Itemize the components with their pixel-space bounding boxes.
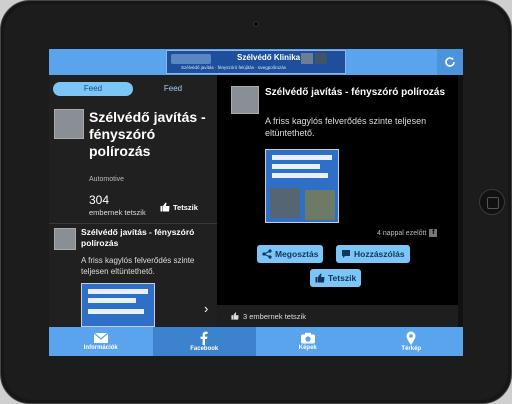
app-screen: Szélvédő Klinika Szélvédő javítás · fény…	[49, 49, 463, 356]
top-bar: Szélvédő Klinika Szélvédő javítás · fény…	[49, 49, 463, 75]
image-line	[88, 289, 148, 294]
post-detail-text: A friss kagylós felverődés szinte teljes…	[265, 116, 427, 138]
tablet-frame: Szélvédő Klinika Szélvédő javítás · fény…	[0, 0, 512, 404]
divider	[49, 223, 217, 224]
comment-label: Hozzászólás	[354, 249, 405, 259]
image-line	[88, 309, 144, 314]
nav-map[interactable]: Térkép	[360, 327, 464, 356]
facebook-icon	[200, 331, 208, 345]
camera-icon	[253, 21, 259, 27]
nav-info[interactable]: Információk	[49, 327, 153, 356]
post-detail-image[interactable]	[265, 149, 339, 223]
share-label: Megosztás	[275, 249, 319, 259]
feed-tabs: Feed Feed	[53, 82, 213, 96]
image-line	[272, 173, 328, 178]
likes-count: 304	[89, 193, 110, 207]
page-avatar	[54, 109, 84, 139]
post-detail-avatar	[231, 86, 259, 114]
refresh-button[interactable]	[437, 49, 463, 75]
envelope-icon	[93, 332, 109, 343]
nav-facebook-label: Facebook	[190, 346, 219, 352]
left-panel: Feed Feed Szélvédő javítás - fényszóró p…	[49, 75, 217, 327]
share-button[interactable]: Megosztás	[257, 245, 324, 263]
likes-label: embernek tetszik	[89, 208, 146, 217]
nav-photos[interactable]: Képek	[256, 327, 360, 356]
page-like-label: Tetszik	[173, 202, 198, 212]
post-detail-panel: Szélvédő javítás - fényszóró polírozás A…	[217, 75, 463, 305]
image-photo	[270, 188, 300, 218]
post-likes-summary: 3 embernek tetszik	[217, 305, 463, 327]
post-avatar	[54, 228, 76, 250]
feed-post-image[interactable]	[81, 283, 155, 327]
thumbs-up-icon	[231, 312, 239, 320]
share-icon	[262, 249, 272, 259]
nav-facebook[interactable]: Facebook	[152, 327, 256, 356]
home-button[interactable]	[479, 189, 505, 215]
bottom-nav: Információk Facebook Képek Térkép	[49, 327, 463, 356]
post-time-text: 4 nappal ezelőtt	[377, 229, 427, 237]
map-pin-icon	[406, 331, 416, 345]
thumbs-up-icon	[315, 273, 325, 283]
feed-post-title[interactable]: Szélvédő javítás - fényszóró polírozás	[81, 227, 215, 249]
nav-info-label: Információk	[83, 345, 118, 351]
tab-feed-secondary[interactable]: Feed	[133, 82, 213, 96]
nav-photos-label: Képek	[298, 345, 317, 351]
page-title: Szélvédő javítás - fényszóró polírozás	[89, 109, 206, 159]
image-line	[272, 155, 332, 160]
thumbs-up-icon	[160, 202, 170, 212]
post-like-button[interactable]: Tetszik	[310, 269, 362, 287]
post-like-label: Tetszik	[328, 273, 357, 283]
post-timestamp: 4 nappal ezelőtt f	[377, 229, 438, 237]
banner-logo-image	[171, 54, 211, 64]
scrollbar[interactable]	[458, 75, 463, 327]
feed-post-text: A friss kagylós felverődés szinte teljes…	[81, 256, 195, 276]
refresh-icon	[445, 57, 455, 67]
likes-summary-text: 3 embernek tetszik	[243, 311, 306, 321]
banner-subtitle: Szélvédő javítás · fényszóró felújítás ·…	[181, 65, 287, 70]
image-photo	[305, 190, 335, 220]
banner-photo	[301, 53, 313, 64]
image-line	[88, 298, 136, 303]
facebook-icon: f	[429, 229, 438, 237]
camera-icon	[300, 332, 315, 344]
post-detail-title: Szélvédő javítás - fényszóró polírozás	[265, 87, 446, 98]
banner-photo	[315, 53, 327, 64]
chevron-right-icon[interactable]: ›	[204, 301, 208, 316]
nav-map-label: Térkép	[401, 346, 422, 352]
tab-feed[interactable]: Feed	[53, 82, 133, 96]
comment-icon	[342, 250, 350, 258]
page-like-button[interactable]: Tetszik	[160, 200, 198, 214]
banner-title: Szélvédő Klinika	[237, 53, 301, 62]
page-category: Automotive	[89, 176, 125, 183]
header-banner: Szélvédő Klinika Szélvédő javítás · fény…	[166, 50, 346, 74]
comment-button[interactable]: Hozzászólás	[336, 245, 410, 263]
image-line	[272, 164, 320, 169]
